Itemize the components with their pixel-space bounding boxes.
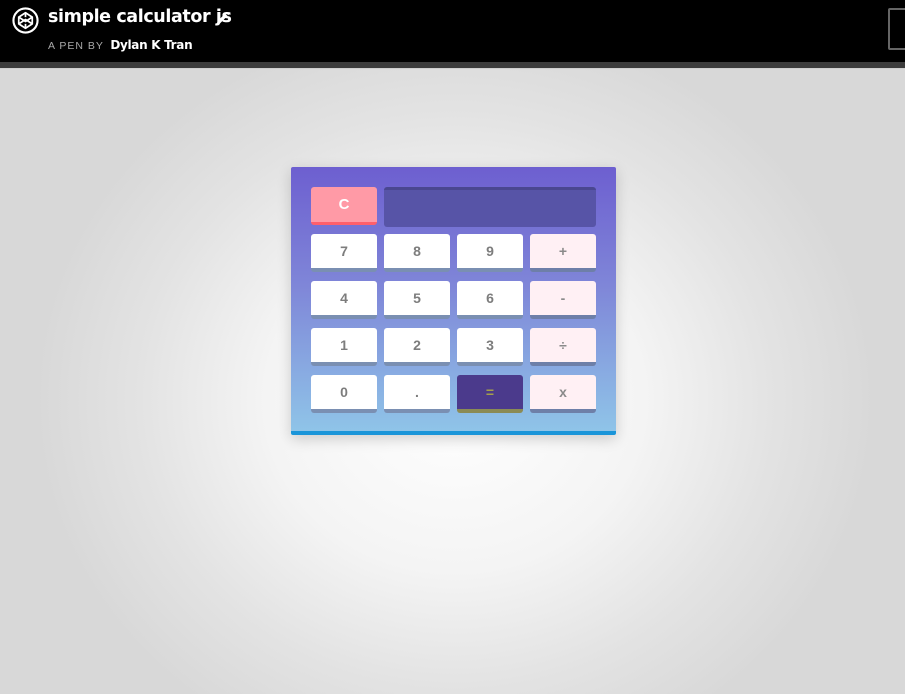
multiply-button[interactable]: x bbox=[530, 375, 596, 413]
plus-button[interactable]: + bbox=[530, 234, 596, 272]
header-divider bbox=[0, 62, 905, 69]
pen-byline: A PEN BY Dylan K Tran bbox=[48, 36, 193, 54]
key-6-button[interactable]: 6 bbox=[457, 281, 523, 319]
clear-button[interactable]: C bbox=[311, 187, 377, 225]
top-header-bar: simple calculator js A PEN BY Dylan K Tr… bbox=[0, 0, 905, 62]
decimal-button[interactable]: . bbox=[384, 375, 450, 413]
key-0-button[interactable]: 0 bbox=[311, 375, 377, 413]
calculator: C 7 8 9 + 4 5 6 - 1 2 3 ÷ 0 . = x bbox=[291, 167, 616, 435]
byline-label: A PEN BY bbox=[48, 40, 104, 52]
key-3-button[interactable]: 3 bbox=[457, 328, 523, 366]
key-4-button[interactable]: 4 bbox=[311, 281, 377, 319]
pen-title[interactable]: simple calculator js bbox=[48, 7, 232, 27]
codepen-logo-icon[interactable] bbox=[12, 7, 39, 34]
key-9-button[interactable]: 9 bbox=[457, 234, 523, 272]
equals-button[interactable]: = bbox=[457, 375, 523, 413]
key-8-button[interactable]: 8 bbox=[384, 234, 450, 272]
header-action-button[interactable] bbox=[888, 8, 905, 50]
key-1-button[interactable]: 1 bbox=[311, 328, 377, 366]
key-5-button[interactable]: 5 bbox=[384, 281, 450, 319]
minus-button[interactable]: - bbox=[530, 281, 596, 319]
key-2-button[interactable]: 2 bbox=[384, 328, 450, 366]
divide-button[interactable]: ÷ bbox=[530, 328, 596, 366]
calculator-display bbox=[384, 187, 596, 227]
author-link[interactable]: Dylan K Tran bbox=[110, 38, 192, 52]
pencil-icon[interactable] bbox=[215, 11, 230, 26]
key-7-button[interactable]: 7 bbox=[311, 234, 377, 272]
